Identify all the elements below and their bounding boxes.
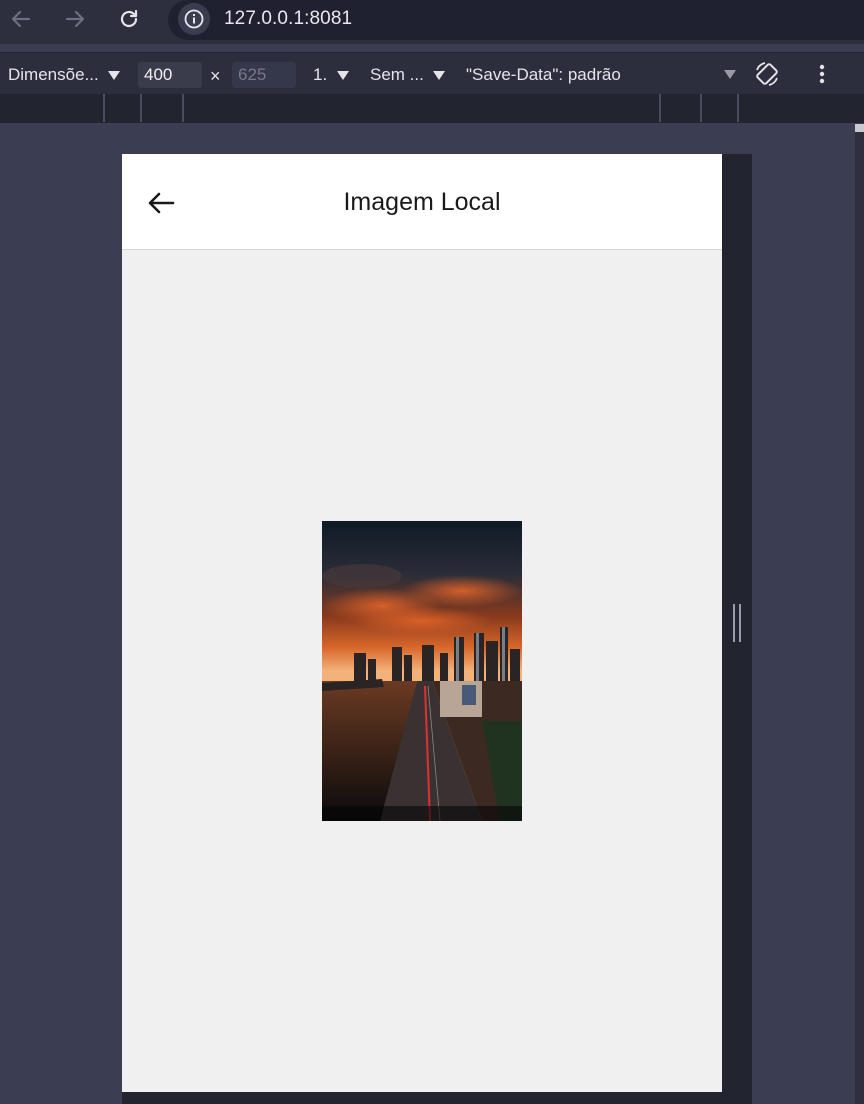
rotate-icon bbox=[756, 62, 778, 86]
chevron-down-icon bbox=[336, 71, 349, 81]
url-text: 127.0.0.1:8081 bbox=[224, 8, 353, 29]
device-viewport: Imagem Local bbox=[122, 154, 722, 1092]
back-nav-button[interactable] bbox=[5, 6, 37, 32]
width-input[interactable] bbox=[138, 62, 202, 88]
arrow-left-icon bbox=[11, 10, 31, 28]
save-data-chevron-icon[interactable] bbox=[724, 70, 736, 79]
device-ruler bbox=[0, 94, 864, 124]
page-title: Imagem Local bbox=[343, 188, 501, 216]
ruler-tick bbox=[182, 94, 184, 122]
ruler-tick bbox=[659, 94, 661, 122]
address-bar[interactable]: 127.0.0.1:8081 bbox=[168, 0, 864, 40]
city-sunset-photo bbox=[322, 521, 522, 821]
chevron-down-icon bbox=[108, 71, 121, 81]
local-image bbox=[322, 521, 522, 821]
save-data-label: "Save-Data": padrão bbox=[466, 65, 621, 84]
resize-handle[interactable] bbox=[733, 604, 741, 642]
dimensions-dropdown[interactable]: Dimensõe... bbox=[8, 65, 121, 85]
site-info-button[interactable] bbox=[178, 3, 210, 35]
arrow-right-icon bbox=[65, 10, 85, 28]
dimensions-label: Dimensõe... bbox=[8, 65, 99, 84]
ruler-tick bbox=[737, 94, 739, 122]
ruler-tick bbox=[700, 94, 702, 122]
forward-nav-button[interactable] bbox=[59, 6, 91, 32]
kebab-menu-icon bbox=[819, 64, 825, 84]
ruler-tick bbox=[103, 94, 105, 122]
device-toolbar: Dimensõe... 1. Sem ... "Save-Data": padr… bbox=[0, 52, 864, 94]
page-scrollbar[interactable] bbox=[855, 124, 864, 1104]
reload-button[interactable] bbox=[113, 6, 145, 32]
info-icon bbox=[184, 9, 204, 29]
viewport-resize-bottom bbox=[122, 1092, 752, 1104]
save-data-dropdown[interactable]: "Save-Data": padrão bbox=[466, 65, 621, 85]
throttle-dropdown[interactable]: Sem ... bbox=[370, 65, 446, 85]
height-input[interactable] bbox=[232, 62, 296, 88]
zoom-dropdown[interactable]: 1. bbox=[313, 65, 349, 85]
chevron-down-icon bbox=[433, 71, 446, 81]
ruler-tick bbox=[140, 94, 142, 122]
more-options-button[interactable] bbox=[812, 61, 832, 87]
rotate-button[interactable] bbox=[752, 59, 782, 89]
zoom-label: 1. bbox=[313, 65, 328, 84]
app-header: Imagem Local bbox=[122, 154, 722, 250]
reload-icon bbox=[120, 9, 138, 28]
dimension-times-sign: × bbox=[210, 66, 221, 86]
browser-top-bar: 127.0.0.1:8081 bbox=[0, 0, 864, 44]
throttle-label: Sem ... bbox=[370, 65, 424, 84]
